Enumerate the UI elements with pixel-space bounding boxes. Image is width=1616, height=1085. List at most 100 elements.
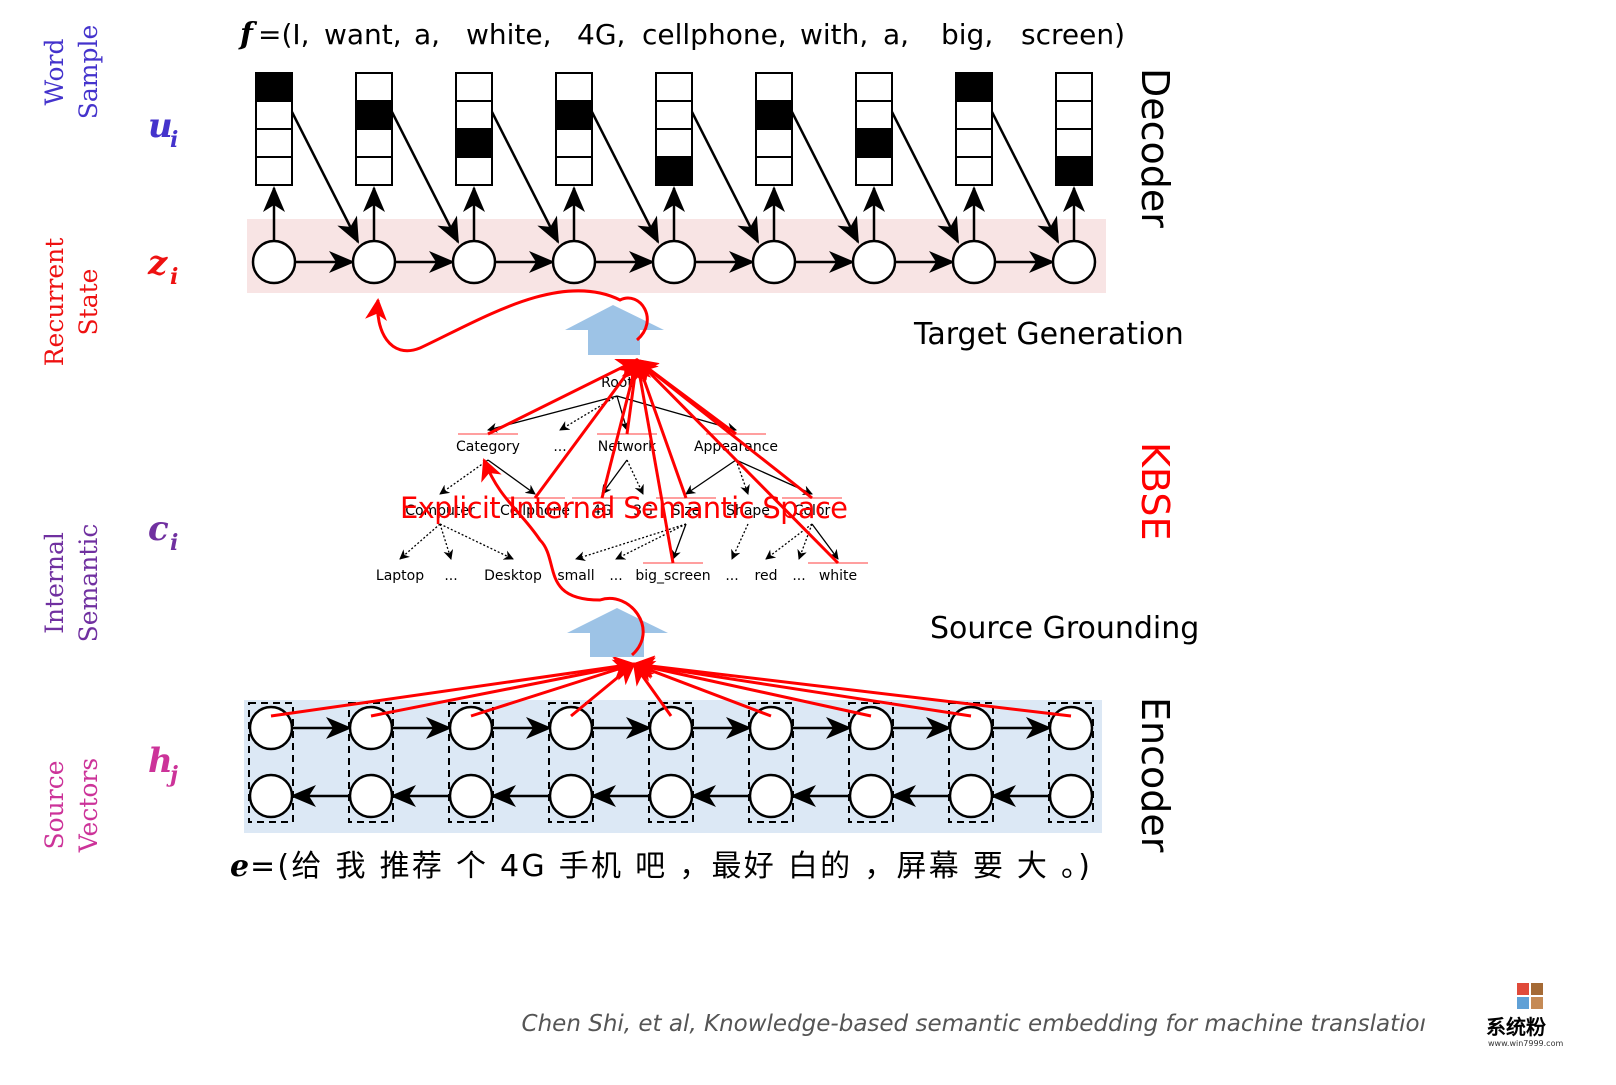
row-label-line1: Source bbox=[40, 760, 69, 849]
backward-node bbox=[348, 773, 394, 819]
tree-node-label: ... bbox=[444, 568, 457, 584]
target-token: big, bbox=[941, 18, 993, 51]
word-sample-cell bbox=[255, 72, 293, 102]
word-sample-cell bbox=[355, 128, 393, 158]
recurrent-state-node bbox=[351, 239, 397, 285]
word-sample-cell bbox=[355, 72, 393, 102]
row-symbol: z bbox=[147, 243, 168, 283]
row-label-0: Word Sampleui bbox=[40, 25, 178, 153]
forward-node bbox=[648, 705, 694, 751]
target-token: screen) bbox=[1021, 18, 1125, 51]
target-token: =(I, bbox=[258, 18, 310, 51]
recurrent-state-node bbox=[851, 239, 897, 285]
word-sample-cell bbox=[555, 72, 593, 102]
generation-attention-line bbox=[533, 358, 639, 499]
backward-node bbox=[548, 773, 594, 819]
backward-node bbox=[848, 773, 894, 819]
row-label-line1: Recurrent bbox=[40, 238, 69, 367]
backward-node bbox=[248, 773, 294, 819]
target-token: with, bbox=[800, 18, 868, 51]
source-sentence: =(给 我 推荐 个 4G 手机 吧 ，最好 白的 ，屏幕 要 大 。) bbox=[250, 849, 1090, 884]
tree-node-label: ... bbox=[725, 568, 738, 584]
word-sample-cell bbox=[955, 128, 993, 158]
tree-edge bbox=[439, 459, 489, 495]
target-token: 4G, bbox=[577, 18, 625, 51]
source-grounding-arrow bbox=[567, 608, 668, 657]
row-symbol-subscript: i bbox=[170, 264, 178, 290]
word-sample-cell bbox=[555, 100, 593, 130]
tree-node-label: Laptop bbox=[376, 568, 424, 584]
word-sample-cell bbox=[555, 156, 593, 186]
word-sample-cell bbox=[255, 100, 293, 130]
tree-node-label: red bbox=[755, 568, 778, 584]
word-sample-cell bbox=[955, 72, 993, 102]
word-sample-cell bbox=[655, 72, 693, 102]
word-sample-cell bbox=[655, 100, 693, 130]
row-label-line2: Semantic bbox=[74, 524, 103, 643]
generation-attention-line bbox=[635, 358, 813, 500]
word-sample-cell bbox=[855, 128, 893, 158]
row-label-line1: Internal bbox=[40, 532, 69, 634]
word-sample-cell bbox=[855, 156, 893, 186]
tree-node-label: Appearance bbox=[694, 439, 778, 455]
tree-node-label: ... bbox=[792, 568, 805, 584]
watermark-url: www.win7999.com bbox=[1488, 1039, 1563, 1048]
word-sample-cell bbox=[655, 156, 693, 186]
row-label-line2: Vectors bbox=[74, 758, 103, 853]
target-token: white, bbox=[466, 18, 552, 51]
word-sample-cell bbox=[855, 72, 893, 102]
word-sample-cell bbox=[755, 100, 793, 130]
word-sample-cell bbox=[255, 156, 293, 186]
word-sample-cell bbox=[455, 72, 493, 102]
tree-node-label: big_screen bbox=[635, 568, 710, 584]
watermark-text: 系统粉 bbox=[1486, 1015, 1546, 1039]
citation: Chen Shi, et al, Knowledge-based semanti… bbox=[522, 1011, 1426, 1037]
word-sample-cell bbox=[455, 100, 493, 130]
word-sample-cell bbox=[655, 128, 693, 158]
tree-node-label: ... bbox=[553, 439, 566, 455]
tree-edge bbox=[399, 523, 441, 560]
recurrent-state-node bbox=[751, 239, 797, 285]
target-token: want, bbox=[324, 18, 402, 51]
backward-node bbox=[1048, 773, 1094, 819]
tree-edge bbox=[685, 459, 737, 495]
row-label-1: Recurrent State z i bbox=[40, 238, 178, 367]
word-sample-cell bbox=[255, 128, 293, 158]
kb-overlay-label: Explicit Internal Semantic Space bbox=[400, 491, 848, 525]
tree-node-label: Desktop bbox=[484, 568, 542, 584]
recurrent-state-node bbox=[451, 239, 497, 285]
tree-edge bbox=[439, 523, 454, 560]
target-token: cellphone, bbox=[642, 18, 787, 51]
row-symbol: c bbox=[148, 509, 169, 549]
word-sample-cell bbox=[555, 128, 593, 158]
row-label-line1: Word bbox=[40, 38, 69, 105]
word-sample-cell bbox=[955, 156, 993, 186]
backward-node bbox=[648, 773, 694, 819]
word-sample-cell bbox=[755, 128, 793, 158]
tree-node-label: Category bbox=[456, 439, 520, 455]
row-label-line2: State bbox=[74, 269, 103, 336]
target-token: a, bbox=[414, 18, 440, 51]
row-symbol-subscript: i bbox=[170, 127, 178, 153]
target-token: a, bbox=[883, 18, 909, 51]
row-label-line2: Sample bbox=[74, 25, 103, 120]
forward-node bbox=[448, 705, 494, 751]
tree-edge bbox=[487, 459, 536, 495]
encoder-label: Encoder bbox=[1133, 697, 1177, 853]
recurrent-state-node bbox=[251, 239, 297, 285]
kbse-diagram: Root Category... Network Appearance Computer… bbox=[0, 0, 1616, 1085]
row-label-2: Internal Semantic c i bbox=[40, 509, 178, 642]
recurrent-state-node bbox=[951, 239, 997, 285]
decoder-label: Decoder bbox=[1133, 68, 1177, 228]
tree-node-label: Network bbox=[598, 439, 657, 455]
word-sample-cell bbox=[355, 156, 393, 186]
diagram-canvas: RootCategory... Network AppearanceComputer… bbox=[40, 17, 1563, 1048]
tree-node-label: ... bbox=[609, 568, 622, 584]
recurrent-state-node bbox=[651, 239, 697, 285]
word-sample-cell bbox=[1055, 72, 1093, 102]
target-prefix: f bbox=[238, 17, 258, 52]
word-sample-cell bbox=[455, 156, 493, 186]
word-sample-cell bbox=[355, 100, 393, 130]
backward-node bbox=[748, 773, 794, 819]
target-generation-arrow bbox=[565, 305, 664, 355]
